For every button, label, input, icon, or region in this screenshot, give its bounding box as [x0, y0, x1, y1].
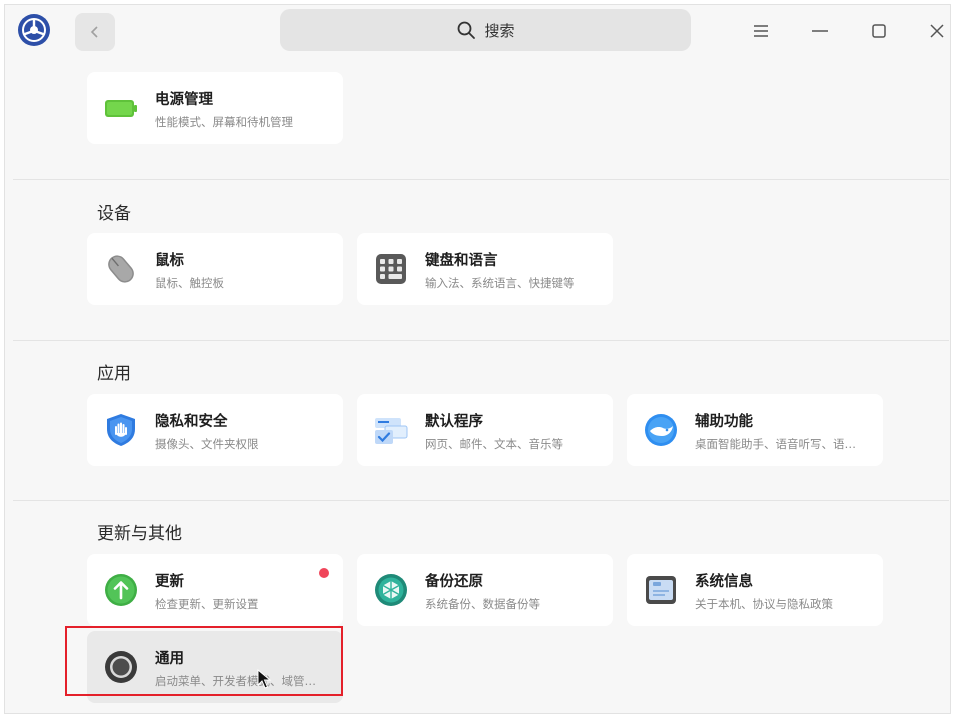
back-button[interactable]: [75, 13, 115, 51]
section-title-devices: 设备: [97, 204, 131, 224]
hamburger-icon: [754, 25, 768, 37]
maximize-button[interactable]: [865, 17, 893, 45]
card-desc: 网页、邮件、文本、音乐等: [425, 437, 563, 451]
card-title: 备份还原: [425, 574, 483, 590]
card-desc: 系统备份、数据备份等: [425, 597, 540, 611]
card-desc: 鼠标、触控板: [155, 276, 224, 290]
app-logo-icon: [18, 14, 50, 46]
maximize-icon: [872, 24, 886, 38]
card-backup-restore[interactable]: 备份还原 系统备份、数据备份等: [357, 554, 613, 626]
card-title: 系统信息: [695, 574, 753, 590]
close-button[interactable]: [923, 17, 950, 45]
card-default-apps[interactable]: 默认程序 网页、邮件、文本、音乐等: [357, 394, 613, 466]
search-input[interactable]: 搜索: [280, 9, 691, 51]
titlebar: 搜索: [5, 5, 950, 61]
section-title-apps: 应用: [97, 364, 131, 384]
battery-icon: [105, 100, 137, 117]
card-power-management[interactable]: 电源管理 性能模式、屏幕和待机管理: [87, 72, 343, 144]
card-title: 更新: [155, 574, 184, 590]
default-apps-icon: [375, 418, 408, 444]
card-desc: 性能模式、屏幕和待机管理: [155, 115, 293, 129]
card-title: 键盘和语言: [425, 253, 498, 269]
card-desc: 关于本机、协议与隐私政策: [695, 597, 833, 611]
mouse-icon: [108, 255, 134, 283]
card-desc: 摄像头、文件夹权限: [155, 437, 259, 451]
card-system-info[interactable]: 系统信息 关于本机、协议与隐私政策: [627, 554, 883, 626]
close-icon: [930, 24, 944, 38]
settings-window: 搜索 电源管理 性能模式、屏幕和待机管理 设备 鼠标 鼠标、触控板 键盘和语言 …: [4, 4, 951, 714]
update-icon: [105, 574, 137, 606]
card-accessibility[interactable]: 辅助功能 桌面智能助手、语音听写、语…: [627, 394, 883, 466]
card-mouse[interactable]: 鼠标 鼠标、触控板: [87, 233, 343, 305]
card-privacy-security[interactable]: 隐私和安全 摄像头、文件夹权限: [87, 394, 343, 466]
card-keyboard-language[interactable]: 键盘和语言 输入法、系统语言、快捷键等: [357, 233, 613, 305]
minimize-button[interactable]: [806, 17, 834, 45]
section-title-update-other: 更新与其他: [97, 524, 182, 544]
minimize-icon: [812, 30, 828, 32]
backup-icon: [375, 574, 407, 606]
card-title: 默认程序: [425, 414, 483, 430]
search-icon: [458, 21, 476, 39]
card-title: 鼠标: [155, 253, 184, 269]
highlight-box: [65, 626, 343, 696]
keyboard-icon: [376, 254, 406, 284]
divider: [13, 500, 949, 501]
shield-icon: [107, 414, 135, 446]
system-info-icon: [646, 576, 676, 604]
card-desc: 输入法、系统语言、快捷键等: [425, 276, 575, 290]
divider: [13, 340, 949, 341]
menu-button[interactable]: [747, 17, 775, 45]
card-title: 隐私和安全: [155, 414, 228, 430]
card-desc: 桌面智能助手、语音听写、语…: [695, 437, 856, 451]
card-desc: 检查更新、更新设置: [155, 597, 259, 611]
chevron-left-icon: [90, 26, 98, 38]
card-title: 电源管理: [155, 92, 213, 108]
card-title: 辅助功能: [695, 414, 753, 430]
search-placeholder: 搜索: [484, 21, 515, 40]
accessibility-icon: [645, 414, 677, 446]
notification-badge: [319, 568, 329, 578]
divider: [13, 179, 949, 180]
card-update[interactable]: 更新 检查更新、更新设置: [87, 554, 343, 626]
